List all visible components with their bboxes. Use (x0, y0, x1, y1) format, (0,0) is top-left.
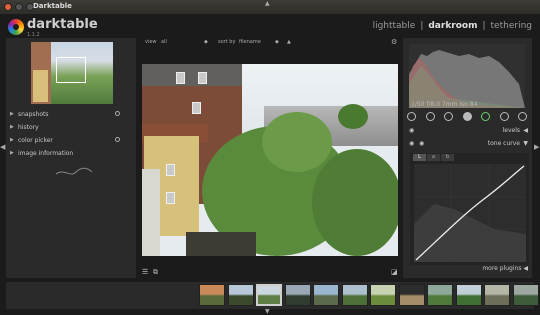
window-controls (4, 3, 34, 11)
color-group-icon[interactable] (481, 112, 490, 121)
right-panel-toggle-icon[interactable]: ▶ (534, 143, 539, 151)
expand-arrow-icon: ▶ (10, 150, 14, 156)
sort-order-icon[interactable]: ▲ (287, 39, 291, 45)
darktable-logo (8, 19, 24, 35)
sort-label: sort by (218, 39, 236, 45)
left-panel: ▶ snapshots ▶ history ▶ color picker ▶ i… (6, 38, 136, 278)
star-icon[interactable] (425, 112, 435, 121)
tone-curve-reset-icon[interactable]: ◉ (419, 140, 424, 147)
curve-channel-tabs: L a b (413, 154, 454, 161)
module-reset-icon[interactable] (115, 137, 120, 142)
sort-select[interactable]: filename (239, 39, 261, 45)
expand-icon[interactable]: ◪ (391, 268, 398, 276)
view-filter-label: view (145, 39, 157, 45)
filmstrip-thumbnail[interactable] (284, 284, 311, 306)
view-filter-chevron-icon[interactable]: ◆ (204, 39, 208, 45)
export-icon[interactable]: ⧉ (153, 268, 158, 277)
histogram-graph (409, 50, 525, 108)
app-name: darktable (27, 17, 98, 32)
top-panel-toggle-icon[interactable]: ▲ (265, 0, 270, 7)
navigation-frame[interactable] (56, 57, 86, 83)
tone-curve-panel: L a b (410, 153, 529, 265)
module-tone-curve[interactable]: ◉ ◉ tone curve ▼ (405, 139, 530, 149)
more-plugins-arrow-icon: ◀ (523, 265, 528, 272)
collapse-arrow-icon[interactable]: ◀ (523, 127, 528, 134)
window-close-button[interactable] (4, 3, 12, 11)
list-icon[interactable]: ☰ (142, 268, 148, 276)
tone-group-icon[interactable] (462, 112, 472, 121)
histogram[interactable]: 1/50 f/8.0 7mm iso 84 (409, 44, 525, 108)
sort-chevron-icon[interactable]: ◆ (275, 39, 279, 45)
correct-group-icon[interactable] (499, 112, 509, 121)
filmstrip-thumbnail[interactable] (427, 284, 453, 306)
tab-a-channel[interactable]: a (427, 154, 440, 161)
expand-arrow-icon[interactable]: ▼ (523, 140, 528, 147)
window-titlebar: Darktable (0, 0, 540, 14)
panel-flourish (55, 167, 93, 175)
levels-label: levels (502, 127, 520, 134)
module-group-tabs (407, 112, 527, 124)
filmstrip-thumbnail[interactable] (256, 284, 282, 306)
tone-curve-power-icon[interactable]: ◉ (409, 140, 414, 147)
tab-b-channel[interactable]: b (441, 154, 454, 161)
power-icon[interactable] (407, 112, 416, 121)
module-image-information[interactable]: ▶ image information (8, 148, 134, 160)
more-plugins-label: more plugins (482, 265, 522, 272)
navigation-thumbnail[interactable] (31, 42, 113, 104)
filmstrip-thumbnail[interactable] (455, 284, 482, 306)
tone-curve-graph[interactable] (414, 164, 526, 262)
filmstrip-thumbnail[interactable] (512, 284, 539, 306)
main-image[interactable] (142, 64, 398, 256)
view-lighttable[interactable]: lighttable (373, 21, 416, 31)
more-plugins-button[interactable]: more plugins ◀ (482, 265, 528, 272)
filmstrip-thumbnail[interactable] (227, 284, 254, 306)
expand-arrow-icon: ▶ (10, 111, 14, 117)
module-reset-icon[interactable] (115, 111, 120, 116)
effect-group-icon[interactable] (518, 112, 527, 121)
tab-l-channel[interactable]: L (413, 154, 426, 161)
filmstrip-thumbnail[interactable] (313, 284, 339, 306)
right-panel: 1/50 f/8.0 7mm iso 84 ◉ levels ◀ ◉ ◉ ton… (403, 38, 532, 278)
left-panel-toggle-icon[interactable]: ◀ (0, 143, 5, 151)
view-separator: | (482, 21, 486, 31)
basic-group-icon[interactable] (444, 112, 453, 121)
window-minimize-button[interactable] (15, 3, 23, 11)
expand-arrow-icon: ▶ (10, 137, 14, 143)
filmstrip-thumbnail[interactable] (484, 284, 510, 306)
view-filter-select[interactable]: all (161, 39, 167, 45)
module-history[interactable]: ▶ history (8, 122, 134, 134)
levels-power-icon[interactable]: ◉ (409, 127, 414, 134)
center-view: view all ◆ sort by filename ◆ ▲ ⚙ ☰ ⧉ ◪ (141, 38, 402, 278)
module-levels[interactable]: ◉ levels ◀ (405, 126, 530, 136)
gear-icon[interactable]: ⚙ (391, 38, 397, 46)
bottom-panel-toggle-icon[interactable]: ▼ (265, 308, 270, 315)
view-separator: | (420, 21, 424, 31)
window-title: Darktable (33, 2, 72, 10)
view-switcher: lighttable | darkroom | tethering (373, 21, 532, 31)
filmstrip-thumbnail[interactable] (398, 284, 425, 306)
filmstrip-thumbnail[interactable] (199, 284, 225, 306)
view-tethering[interactable]: tethering (491, 21, 532, 31)
filmstrip (6, 282, 539, 309)
tone-curve-label: tone curve (487, 140, 520, 147)
filmstrip-thumbnail[interactable] (341, 284, 368, 306)
module-color-picker[interactable]: ▶ color picker (8, 135, 134, 147)
view-darkroom[interactable]: darkroom (428, 21, 477, 31)
exif-info: 1/50 f/8.0 7mm iso 84 (411, 101, 478, 108)
filmstrip-thumbnail[interactable] (370, 284, 396, 306)
expand-arrow-icon: ▶ (10, 124, 14, 130)
module-snapshots[interactable]: ▶ snapshots (8, 109, 134, 121)
